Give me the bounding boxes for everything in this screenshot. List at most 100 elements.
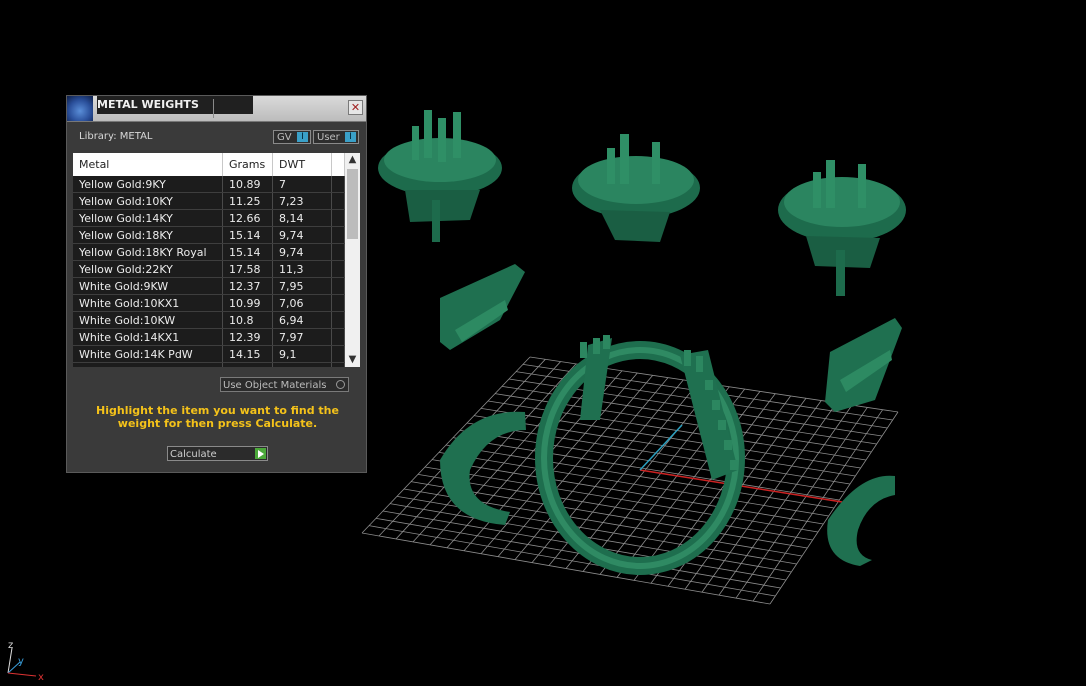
table-header: Metal Grams DWT [73, 153, 346, 176]
grams-cell: 12.37 [222, 277, 273, 295]
grams-cell: 14.15 [222, 345, 273, 363]
grams-cell: 11.25 [222, 192, 273, 210]
ring-shoulder-model[interactable] [825, 318, 902, 412]
setting-head-model[interactable] [572, 134, 700, 242]
table-row[interactable]: Yellow Gold:22KY 17.58 11,3 [73, 260, 346, 278]
table-row[interactable]: Yellow Gold:10KY 11.25 7,23 [73, 192, 346, 210]
dwt-cell: 9,1 [272, 345, 332, 363]
metal-cell: White Gold:10KW [73, 311, 224, 329]
dwt-cell: 7,97 [272, 328, 332, 346]
dialog-title: METAL WEIGHTS [97, 96, 253, 114]
table-row[interactable]: White Gold:14K PdW 14.15 9,1 [73, 345, 346, 363]
gv-toggle-label: GV [277, 132, 292, 143]
chevron-down-icon[interactable]: ▼ [345, 353, 360, 367]
axis-gizmo: z y x [7, 640, 44, 683]
table-scrollbar[interactable]: ▲ ▼ [345, 153, 360, 367]
table-row[interactable]: White Gold:14KW12.337,93 [73, 362, 346, 367]
dwt-cell: 9,74 [272, 243, 332, 261]
spacer-cell [331, 192, 346, 210]
spacer-cell [331, 277, 346, 295]
metal-table[interactable]: Metal Grams DWT Yellow Gold:9KY 10.89 7 Yel… [73, 153, 360, 367]
grams-cell: 12.66 [222, 209, 273, 227]
grams-cell: 10.8 [222, 311, 273, 329]
grams-cell: 17.58 [222, 260, 273, 278]
user-toggle-indicator: I [345, 132, 356, 142]
metal-cell: Yellow Gold:18KY Royal [73, 243, 224, 261]
table-row[interactable]: White Gold:9KW 12.37 7,95 [73, 277, 346, 295]
table-row[interactable]: Yellow Gold:14KY 12.66 8,14 [73, 209, 346, 227]
user-toggle[interactable]: User I [313, 130, 359, 144]
dwt-cell: 8,14 [272, 209, 332, 227]
spacer-cell [331, 345, 346, 363]
radio-indicator [336, 380, 345, 389]
grams-cell: 15.14 [222, 243, 273, 261]
grams-cell: 12.39 [222, 328, 273, 346]
metal-cell: White Gold:9KW [73, 277, 224, 295]
metal-cell: White Gold:14K PdW [73, 345, 224, 363]
metal-cell: White Gold:14KW [73, 362, 224, 367]
ring-shoulder-model[interactable] [440, 264, 525, 350]
table-row[interactable]: White Gold:10KW 10.8 6,94 [73, 311, 346, 329]
spacer-cell [331, 260, 346, 278]
spacer-cell [331, 328, 346, 346]
user-toggle-label: User [317, 132, 340, 143]
dwt-cell: 7,93 [272, 362, 332, 367]
column-header-grams[interactable]: Grams [222, 153, 273, 176]
titlebar-divider [213, 99, 214, 118]
metal-weights-dialog: METAL WEIGHTS ✕ Library: METAL GV I User… [66, 95, 367, 473]
table-row[interactable]: White Gold:10KX1 10.99 7,06 [73, 294, 346, 312]
dwt-cell: 11,3 [272, 260, 332, 278]
metal-cell: Yellow Gold:9KY [73, 176, 224, 193]
metal-cell: Yellow Gold:18KY [73, 226, 224, 244]
use-object-materials-button[interactable]: Use Object Materials [220, 377, 349, 392]
spacer-cell [331, 176, 346, 193]
metal-cell: White Gold:10KX1 [73, 294, 224, 312]
calculate-button[interactable]: Calculate [167, 446, 268, 461]
dwt-cell: 9,74 [272, 226, 332, 244]
metal-cell: Yellow Gold:22KY [73, 260, 224, 278]
spacer-cell [331, 311, 346, 329]
spacer-cell [331, 243, 346, 261]
table-row[interactable]: Yellow Gold:18KY Royal 15.14 9,74 [73, 243, 346, 261]
ring-band-model[interactable] [827, 475, 895, 566]
metal-cell: White Gold:14KX1 [73, 328, 224, 346]
gv-toggle-indicator: I [297, 132, 308, 142]
column-header-extra [331, 153, 346, 176]
column-header-dwt[interactable]: DWT [272, 153, 332, 176]
grams-cell: 15.14 [222, 226, 273, 244]
gizmo-x-label: x [38, 672, 44, 683]
close-icon[interactable]: ✕ [348, 100, 363, 115]
chevron-up-icon[interactable]: ▲ [345, 153, 360, 167]
dialog-titlebar[interactable]: METAL WEIGHTS ✕ [67, 96, 366, 122]
dwt-cell: 7,95 [272, 277, 332, 295]
table-row[interactable]: White Gold:14KX1 12.39 7,97 [73, 328, 346, 346]
gizmo-y-label: y [18, 656, 24, 667]
table-row[interactable]: Yellow Gold:9KY 10.89 7 [73, 176, 346, 193]
dwt-cell: 7 [272, 176, 332, 193]
grams-cell: 10.89 [222, 176, 273, 193]
spacer-cell [331, 362, 346, 367]
grams-cell: 10.99 [222, 294, 273, 312]
play-icon [255, 448, 266, 459]
metal-cell: Yellow Gold:10KY [73, 192, 224, 210]
dwt-cell: 6,94 [272, 311, 332, 329]
use-object-materials-label: Use Object Materials [223, 380, 327, 391]
gv-toggle[interactable]: GV I [273, 130, 311, 144]
app-logo-icon [67, 96, 93, 121]
instruction-text: Highlight the item you want to find the … [96, 404, 339, 430]
spacer-cell [331, 226, 346, 244]
scrollbar-thumb[interactable] [347, 169, 358, 239]
dwt-cell: 7,06 [272, 294, 332, 312]
metal-cell: Yellow Gold:14KY [73, 209, 224, 227]
calculate-label: Calculate [170, 449, 217, 460]
gizmo-z-label: z [8, 640, 13, 651]
library-label: Library: METAL [79, 131, 153, 142]
table-row[interactable]: Yellow Gold:18KY 15.14 9,74 [73, 226, 346, 244]
setting-head-model[interactable] [378, 110, 502, 242]
grams-cell: 12.33 [222, 362, 273, 367]
spacer-cell [331, 294, 346, 312]
column-header-metal[interactable]: Metal [73, 153, 224, 176]
setting-head-model[interactable] [778, 160, 906, 296]
spacer-cell [331, 209, 346, 227]
dwt-cell: 7,23 [272, 192, 332, 210]
